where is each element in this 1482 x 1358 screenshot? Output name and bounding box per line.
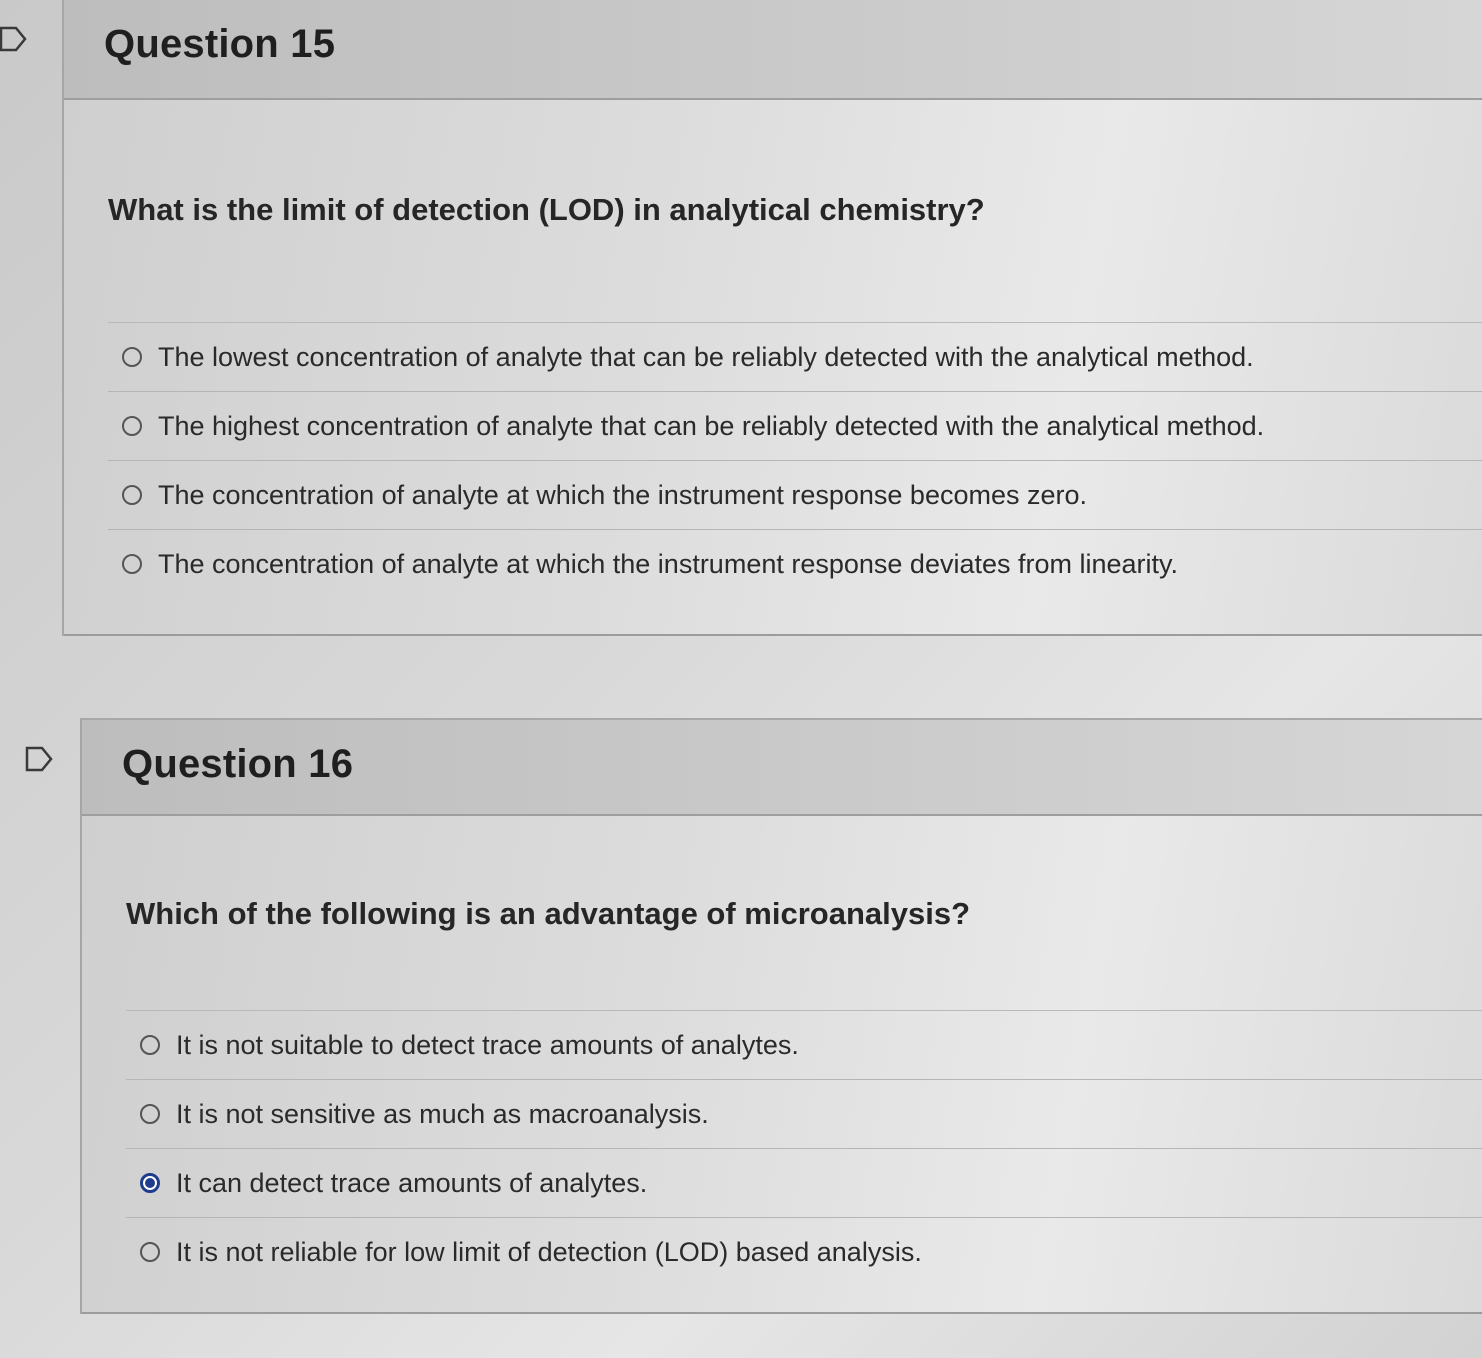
answer-option[interactable]: It is not reliable for low limit of dete… — [126, 1218, 1482, 1286]
question-text: What is the limit of detection (LOD) in … — [108, 192, 985, 227]
radio-unselected-icon[interactable] — [140, 1035, 160, 1055]
radio-unselected-icon[interactable] — [122, 416, 142, 436]
answer-label: It is not suitable to detect trace amoun… — [176, 1029, 799, 1060]
answer-list: The lowest concentration of analyte that… — [108, 322, 1482, 598]
answer-option[interactable]: The concentration of analyte at which th… — [108, 461, 1482, 530]
flag-icon[interactable] — [24, 744, 54, 774]
radio-unselected-icon[interactable] — [140, 1242, 160, 1262]
radio-unselected-icon[interactable] — [140, 1104, 160, 1124]
answer-label: It can detect trace amounts of analytes. — [176, 1167, 648, 1198]
answer-option[interactable]: It is not sensitive as much as macroanal… — [126, 1080, 1482, 1149]
radio-unselected-icon[interactable] — [122, 485, 142, 505]
question-16: Question 16 Which of the following is an… — [25, 718, 1482, 1314]
question-title: Question 16 — [122, 742, 354, 786]
question-title: Question 15 — [104, 22, 336, 66]
radio-selected-icon[interactable] — [140, 1173, 160, 1193]
answer-option[interactable]: It is not suitable to detect trace amoun… — [126, 1011, 1482, 1080]
answer-label: It is not sensitive as much as macroanal… — [176, 1098, 709, 1129]
answer-label: The concentration of analyte at which th… — [158, 479, 1088, 510]
answer-list: It is not suitable to detect trace amoun… — [126, 1010, 1482, 1286]
question-header: Question 15 — [64, 0, 1482, 100]
answer-label: It is not reliable for low limit of dete… — [176, 1236, 922, 1267]
question-header: Question 16 — [82, 718, 1482, 816]
question-15: Question 15 What is the limit of detecti… — [0, 0, 1482, 636]
answer-label: The lowest concentration of analyte that… — [158, 341, 1254, 372]
question-body: What is the limit of detection (LOD) in … — [64, 100, 1482, 636]
radio-unselected-icon[interactable] — [122, 347, 142, 367]
answer-option-selected[interactable]: It can detect trace amounts of analytes. — [126, 1149, 1482, 1218]
question-text: Which of the following is an advantage o… — [126, 896, 971, 931]
answer-option[interactable]: The highest concentration of analyte tha… — [108, 392, 1482, 461]
flag-icon[interactable] — [0, 24, 28, 54]
answer-label: The concentration of analyte at which th… — [158, 548, 1179, 579]
radio-unselected-icon[interactable] — [122, 554, 142, 574]
answer-label: The highest concentration of analyte tha… — [158, 410, 1265, 441]
question-body: Which of the following is an advantage o… — [82, 816, 1482, 1314]
answer-option[interactable]: The concentration of analyte at which th… — [108, 530, 1482, 598]
answer-option[interactable]: The lowest concentration of analyte that… — [108, 323, 1482, 392]
